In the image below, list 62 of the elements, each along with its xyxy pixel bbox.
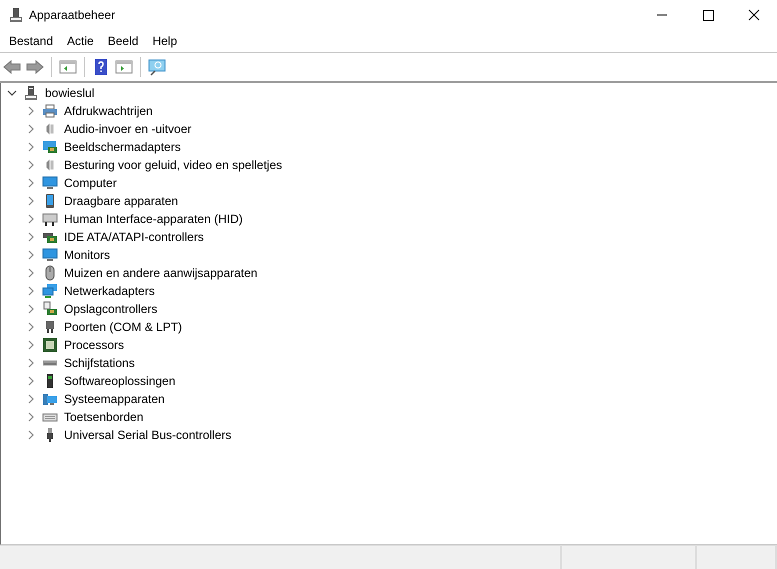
chevron-right-icon[interactable] (26, 142, 36, 152)
speaker-icon (46, 157, 54, 173)
tree-item[interactable]: Muizen en andere aanwijsapparaten (64, 266, 258, 280)
speaker-icon (46, 121, 54, 137)
tree-item[interactable]: Processors (64, 338, 124, 352)
computer-icon (42, 391, 58, 407)
forward-arrow-icon[interactable] (25, 57, 45, 77)
back-arrow-icon[interactable] (2, 57, 22, 77)
tree-item[interactable]: Human Interface-apparaten (HID) (64, 212, 243, 226)
chevron-right-icon[interactable] (26, 340, 36, 350)
tree-item[interactable]: Monitors (64, 248, 110, 262)
keyboard-icon (42, 211, 58, 227)
chevron-right-icon[interactable] (26, 268, 36, 278)
chevron-right-icon[interactable] (26, 214, 36, 224)
tree-item[interactable]: Computer (64, 176, 117, 190)
computer-icon (8, 7, 24, 23)
monitor-scan-icon[interactable] (147, 57, 167, 77)
tree-item[interactable]: Poorten (COM & LPT) (64, 320, 182, 334)
monitor-icon (42, 247, 58, 263)
chevron-right-icon[interactable] (26, 430, 36, 440)
tree-item[interactable]: Draagbare apparaten (64, 194, 178, 208)
tree-item[interactable]: Netwerkadapters (64, 284, 155, 298)
chevron-right-icon[interactable] (26, 106, 36, 116)
tree-item[interactable]: Toetsenborden (64, 410, 144, 424)
chevron-right-icon[interactable] (26, 124, 36, 134)
tree-item[interactable]: IDE ATA/ATAPI-controllers (64, 230, 204, 244)
chevron-right-icon[interactable] (26, 178, 36, 188)
network-icon (42, 283, 58, 299)
tree-item[interactable]: Audio-invoer en -uitvoer (64, 122, 192, 136)
chevron-right-icon[interactable] (26, 304, 36, 314)
chevron-right-icon[interactable] (26, 322, 36, 332)
tree-item[interactable]: Universal Serial Bus-controllers (64, 428, 232, 442)
tree-item[interactable]: Opslagcontrollers (64, 302, 158, 316)
chevron-down-icon[interactable] (7, 88, 17, 98)
menu-item[interactable]: Help (145, 34, 184, 48)
menu-item[interactable]: Bestand (2, 34, 60, 48)
tree-item[interactable]: Beeldschermadapters (64, 140, 181, 154)
tree-item[interactable]: bowieslul (45, 86, 94, 100)
chevron-right-icon[interactable] (26, 394, 36, 404)
menu-item[interactable]: Beeld (100, 34, 146, 48)
printer-icon (42, 103, 58, 119)
tree-item[interactable]: Softwareoplossingen (64, 374, 176, 388)
chevron-right-icon[interactable] (26, 376, 36, 386)
chevron-right-icon[interactable] (26, 160, 36, 170)
window-title: Apparaatbeheer (29, 8, 116, 22)
monitor-icon (42, 175, 58, 191)
menu-item[interactable]: Actie (60, 34, 101, 48)
display-card-icon (42, 139, 58, 155)
tree-item[interactable]: Afdrukwachtrijen (64, 104, 153, 118)
chevron-right-icon[interactable] (26, 232, 36, 242)
chip-icon (42, 337, 58, 353)
tree-item[interactable]: Besturing voor geluid, video en spelletjes (64, 158, 282, 172)
storage-icon (42, 301, 58, 317)
chevron-right-icon[interactable] (26, 196, 36, 206)
chevron-right-icon[interactable] (26, 286, 36, 296)
tree-item[interactable]: Systeemapparaten (64, 392, 165, 406)
drive-icon (42, 360, 58, 366)
computer-icon (23, 85, 39, 101)
tree-item[interactable]: Schijfstations (64, 356, 135, 370)
chevron-right-icon[interactable] (26, 250, 36, 260)
chevron-right-icon[interactable] (26, 358, 36, 368)
chevron-right-icon[interactable] (26, 412, 36, 422)
